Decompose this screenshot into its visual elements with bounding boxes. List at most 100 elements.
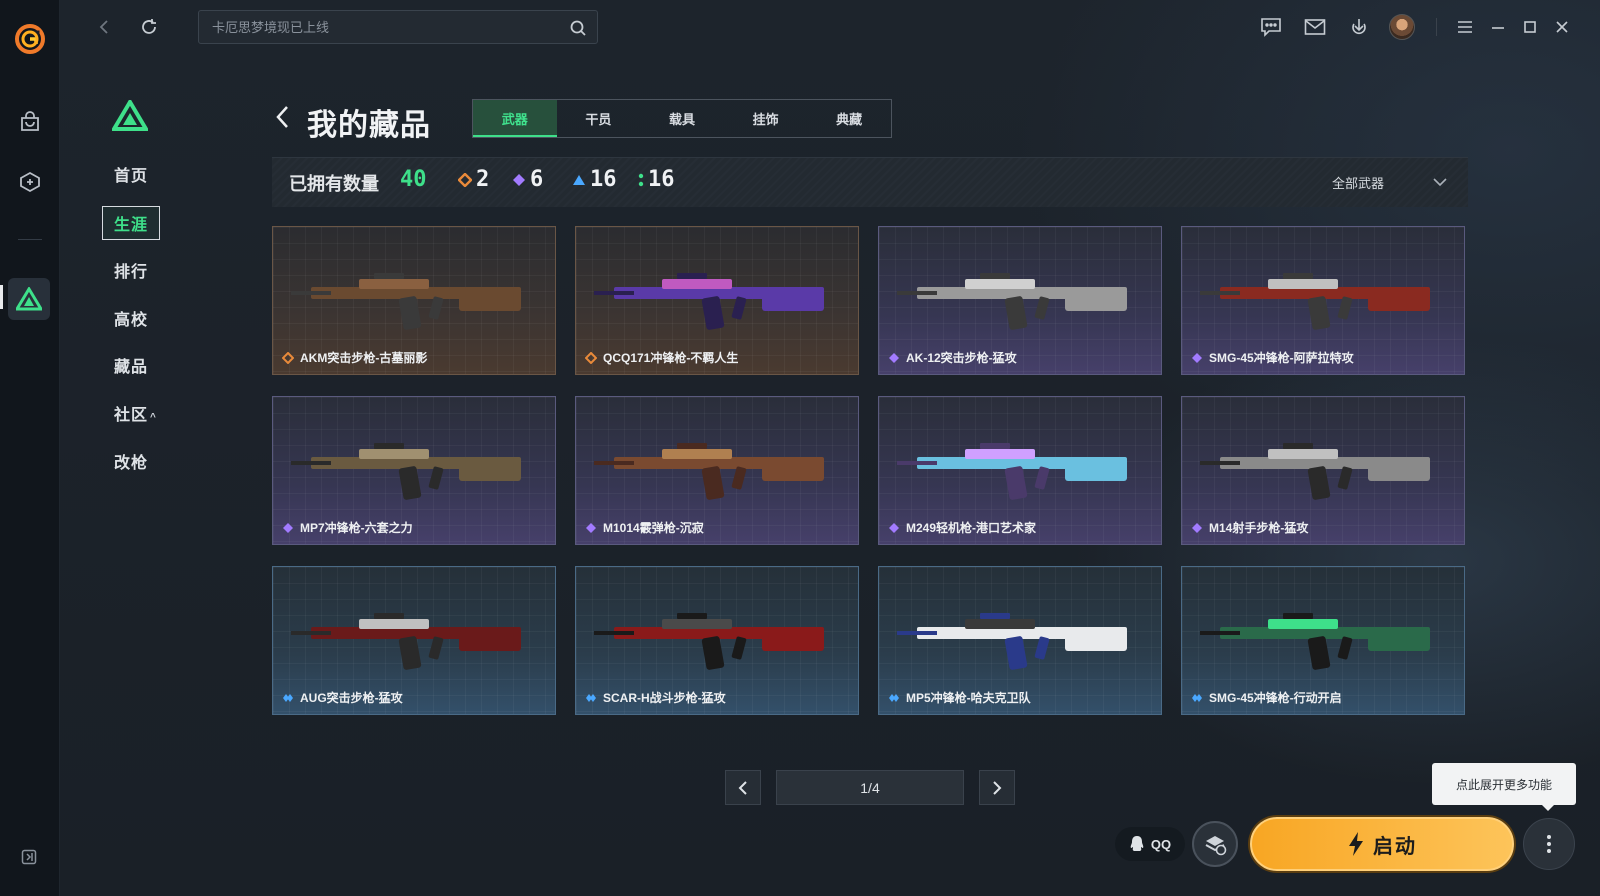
search-input[interactable]	[199, 11, 597, 43]
weapon-name: M14射手步枪-猛攻	[1209, 521, 1309, 535]
page-title: 我的藏品	[307, 109, 431, 142]
game-logo-icon	[110, 98, 150, 132]
more-vertical-icon	[1547, 835, 1551, 853]
subnav-community[interactable]: 社区 ^	[114, 401, 157, 425]
weapon-image	[594, 613, 824, 670]
subnav-gunsmith[interactable]: 改枪	[114, 449, 148, 473]
game-tag-icon[interactable]	[14, 166, 46, 198]
weapon-image	[1200, 613, 1430, 670]
category-tabs: 武器 干员 载具 挂饰 典藏	[472, 99, 892, 138]
download-icon[interactable]	[1346, 14, 1372, 40]
weapon-image	[897, 613, 1127, 670]
lightning-icon	[1349, 832, 1363, 856]
subnav-home[interactable]: 首页	[114, 162, 148, 186]
weapon-image	[1200, 443, 1430, 500]
green-rarity-icon	[638, 173, 644, 186]
subnav-collection[interactable]: 藏品	[114, 353, 148, 377]
weapon-label: MP7冲锋枪-六套之力	[282, 519, 413, 536]
weapon-label: AUG突击步枪-猛攻	[282, 689, 403, 706]
purple-rarity-icon	[513, 173, 525, 186]
weapon-card[interactable]: M1014霰弹枪-沉寂	[575, 396, 859, 545]
rarity-diamond-icon	[283, 522, 293, 533]
previous-page-button[interactable]	[725, 770, 761, 805]
weapon-name: SCAR-H战斗步枪-猛攻	[603, 691, 726, 705]
blue-rarity-icon	[573, 174, 585, 185]
tab-operators[interactable]: 干员	[557, 100, 641, 137]
weapon-image	[594, 273, 824, 330]
weapon-name: AKM突击步枪-古墓丽影	[300, 351, 428, 365]
qq-label: QQ	[1150, 836, 1172, 852]
rarity-diamond-icon	[1192, 522, 1202, 533]
mail-icon[interactable]	[1302, 14, 1328, 40]
weapon-card[interactable]: MP5冲锋枪-哈夫克卫队	[878, 566, 1162, 715]
rarity-diamond-icon	[586, 693, 596, 702]
subnav-career[interactable]: 生涯	[102, 206, 161, 240]
weapon-card[interactable]: MP7冲锋枪-六套之力	[272, 396, 556, 545]
chat-icon[interactable]	[1258, 14, 1284, 40]
weapon-card[interactable]: SCAR-H战斗步枪-猛攻	[575, 566, 859, 715]
stat-orange: 2	[458, 167, 489, 192]
collapse-sidebar-icon[interactable]	[20, 848, 38, 866]
weapon-filter-dropdown[interactable]: 全部武器	[1332, 173, 1384, 192]
app-rail	[0, 0, 60, 896]
qq-login-button[interactable]: QQ	[1115, 827, 1185, 861]
weapon-image	[1200, 273, 1430, 330]
maximize-icon[interactable]	[1517, 14, 1543, 40]
weapon-name: MP7冲锋枪-六套之力	[300, 521, 413, 535]
tab-weapons[interactable]: 武器	[473, 100, 557, 137]
weapon-card[interactable]: AUG突击步枪-猛攻	[272, 566, 556, 715]
tab-vehicles[interactable]: 载具	[640, 100, 724, 137]
stat-purple: 6	[512, 167, 543, 192]
search-box	[198, 10, 598, 44]
stat-blue-count: 16	[590, 167, 617, 192]
more-options-button[interactable]	[1523, 818, 1575, 870]
launch-button[interactable]: 启动	[1250, 817, 1514, 871]
store-icon[interactable]	[14, 106, 46, 138]
weapon-card[interactable]: SMG-45冲锋枪-行动开启	[1181, 566, 1465, 715]
chevron-down-icon[interactable]	[1432, 174, 1448, 190]
collection-stats-bar: 已拥有数量 40 2 6 16 16 全部武器	[272, 157, 1468, 207]
tab-charms[interactable]: 挂饰	[724, 100, 808, 137]
weapon-card[interactable]: SMG-45冲锋枪-阿萨拉特攻	[1181, 226, 1465, 375]
rarity-diamond-icon	[282, 351, 294, 364]
stat-green: 16	[638, 167, 675, 192]
weapon-card[interactable]: M14射手步枪-猛攻	[1181, 396, 1465, 545]
user-avatar[interactable]	[1389, 14, 1415, 40]
back-nav-icon[interactable]	[92, 14, 118, 40]
close-icon[interactable]	[1549, 14, 1575, 40]
weapon-image	[291, 443, 521, 500]
next-page-button[interactable]	[979, 770, 1015, 805]
weapon-name: MP5冲锋枪-哈夫克卫队	[906, 691, 1031, 705]
rail-active-indicator	[0, 285, 3, 309]
weapon-label: M249轻机枪-港口艺术家	[888, 519, 1036, 536]
search-icon[interactable]	[569, 19, 587, 37]
app-logo-icon[interactable]	[13, 22, 47, 56]
weapon-card[interactable]: M249轻机枪-港口艺术家	[878, 396, 1162, 545]
minimize-icon[interactable]	[1485, 14, 1511, 40]
chevron-right-icon	[993, 780, 1002, 795]
subnav-ranking[interactable]: 排行	[114, 258, 148, 282]
launch-label: 启动	[1373, 835, 1417, 858]
rail-divider	[18, 239, 42, 240]
stat-purple-count: 6	[530, 167, 544, 192]
refresh-icon[interactable]	[136, 14, 162, 40]
weapon-label: QCQ171冲锋枪-不羁人生	[585, 349, 738, 366]
top-bar	[60, 0, 1600, 54]
rarity-diamond-icon	[1192, 693, 1202, 702]
menu-icon[interactable]	[1452, 14, 1478, 40]
accelerator-button[interactable]	[1192, 821, 1238, 867]
weapon-label: SMG-45冲锋枪-行动开启	[1191, 689, 1342, 706]
weapon-card[interactable]: QCQ171冲锋枪-不羁人生	[575, 226, 859, 375]
weapon-label: MP5冲锋枪-哈夫克卫队	[888, 689, 1031, 706]
weapon-card[interactable]: AK-12突击步枪-猛攻	[878, 226, 1162, 375]
tab-vault[interactable]: 典藏	[807, 100, 891, 137]
delta-force-game-icon[interactable]	[8, 278, 50, 320]
weapon-image	[897, 443, 1127, 500]
chevron-up-icon: ^	[150, 412, 157, 423]
weapon-card[interactable]: AKM突击步枪-古墓丽影	[272, 226, 556, 375]
weapon-label: M14射手步枪-猛攻	[1191, 519, 1308, 536]
weapon-image	[291, 273, 521, 330]
page-indicator: 1/4	[776, 770, 964, 805]
subnav-college[interactable]: 高校	[114, 306, 148, 330]
back-arrow-icon[interactable]	[272, 104, 296, 130]
